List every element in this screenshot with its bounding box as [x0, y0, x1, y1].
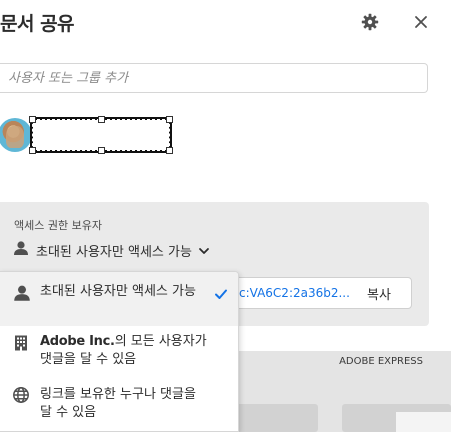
resize-handle[interactable] — [166, 116, 173, 123]
globe-icon — [12, 386, 32, 406]
menu-item-label: 링크를 보유한 누구나 댓글을 달 수 있음 — [40, 387, 196, 420]
resize-handle[interactable] — [98, 147, 105, 154]
menu-item-org-comment[interactable]: Adobe Inc.의 모든 사용자가 댓글을 달 수 있음 — [0, 326, 238, 376]
org-name: Adobe Inc. — [40, 334, 115, 349]
search-field[interactable] — [0, 63, 428, 93]
access-level-select[interactable]: 초대된 사용자만 액세스 가능 — [12, 240, 210, 260]
background-tile — [232, 404, 318, 432]
menu-item-invited-only[interactable]: 초대된 사용자만 액세스 가능 — [0, 272, 238, 326]
close-icon[interactable] — [410, 11, 432, 33]
resize-handle[interactable] — [166, 147, 173, 154]
menu-item-anyone-with-link[interactable]: 링크를 보유한 누구나 댓글을 달 수 있음 — [0, 376, 238, 431]
background-card-label: ADOBE EXPRESS — [339, 356, 423, 367]
menu-item-label: 초대된 사용자만 액세스 가능 — [40, 284, 196, 299]
dialog-title: 문서 공유 — [0, 13, 75, 35]
gear-icon[interactable] — [359, 11, 381, 33]
copy-link-button[interactable]: 복사 — [367, 284, 391, 303]
avatar — [0, 118, 32, 152]
resize-handle[interactable] — [98, 116, 105, 123]
user-icon — [12, 240, 30, 260]
background-tile — [396, 412, 451, 432]
building-icon — [12, 334, 32, 354]
user-icon — [12, 284, 32, 304]
access-dropdown-menu: 초대된 사용자만 액세스 가능 Adobe Inc.의 모든 사용자가 댓글을 … — [0, 271, 239, 432]
menu-item-label: Adobe Inc.의 모든 사용자가 댓글을 달 수 있음 — [40, 333, 211, 369]
resize-handle[interactable] — [29, 116, 36, 123]
share-link-text[interactable]: c:VA6C2:2a36b2... — [239, 286, 355, 300]
checkmark-icon — [214, 286, 228, 300]
share-link-field[interactable]: c:VA6C2:2a36b2... 복사 — [232, 277, 412, 309]
access-label: 액세스 권한 보유자 — [14, 219, 102, 232]
chevron-down-icon — [198, 241, 210, 260]
redacted-user-name[interactable] — [29, 116, 173, 154]
resize-handle[interactable] — [29, 147, 36, 154]
search-input[interactable] — [0, 64, 427, 92]
access-selected-label: 초대된 사용자만 액세스 가능 — [36, 244, 192, 260]
